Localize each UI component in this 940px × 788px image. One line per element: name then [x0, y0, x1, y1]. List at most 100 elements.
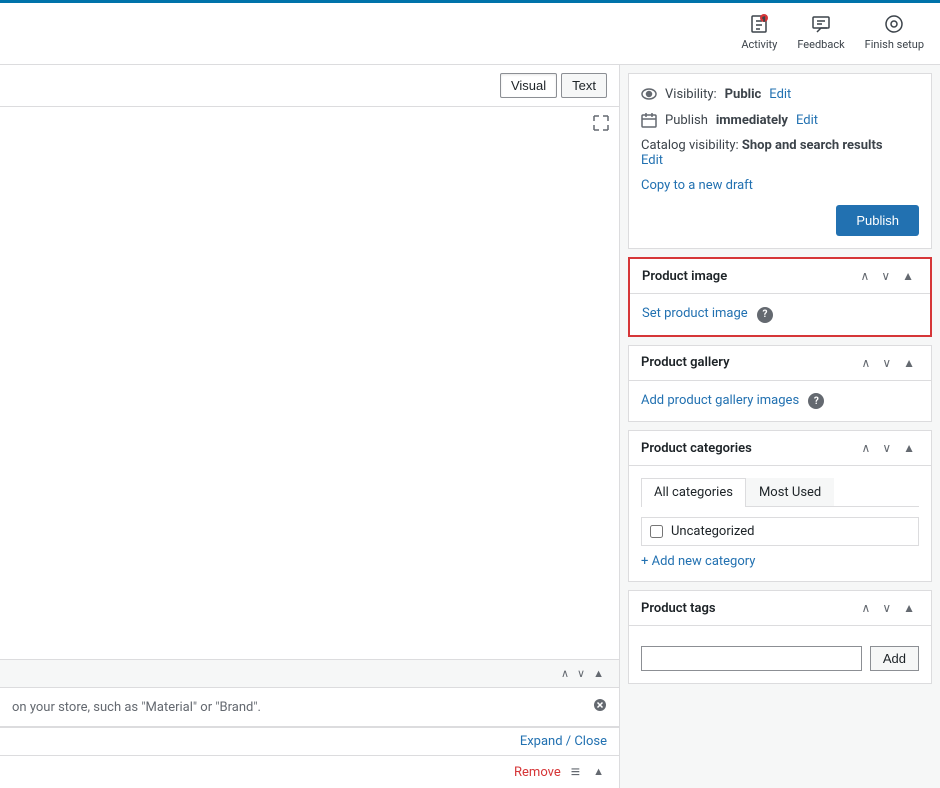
- expand-arrows-icon: [593, 115, 609, 131]
- text-button[interactable]: Text: [561, 73, 607, 98]
- tags-collapse-btn[interactable]: ▲: [899, 599, 919, 617]
- section-content-bar: on your store, such as "Material" or "Br…: [0, 688, 619, 727]
- editor-area: Visual Text ∧ ∨ ▲ on your: [0, 65, 620, 788]
- uncategorized-checkbox[interactable]: [650, 525, 663, 538]
- product-image-down-btn[interactable]: ∨: [877, 267, 894, 285]
- product-gallery-collapse-btn[interactable]: ▲: [899, 354, 919, 372]
- x-icon: [593, 698, 607, 712]
- eye-icon: [641, 86, 657, 102]
- publish-button[interactable]: Publish: [836, 205, 919, 236]
- section-close-btn[interactable]: [593, 698, 607, 716]
- catalog-visibility-row: Catalog visibility: Shop and search resu…: [641, 138, 919, 168]
- section-placeholder-text: on your store, such as "Material" or "Br…: [12, 700, 261, 715]
- product-gallery-metabox: Product gallery ∧ ∨ ▲ Add product galler…: [628, 345, 932, 423]
- finish-setup-icon: [884, 14, 904, 34]
- finish-setup-label: Finish setup: [865, 38, 924, 51]
- activity-button[interactable]: 1 Activity: [741, 14, 777, 51]
- product-tags-controls: ∧ ∨ ▲: [858, 599, 919, 617]
- header: 1 Activity Feedback Finish setup: [0, 0, 940, 65]
- activity-icon: 1: [749, 14, 769, 34]
- publish-box: Visibility: Public Edit Publish immediat…: [628, 73, 932, 249]
- product-categories-controls: ∧ ∨ ▲: [858, 439, 919, 457]
- categories-tab-bar: All categories Most Used: [641, 478, 919, 507]
- product-gallery-title: Product gallery: [641, 355, 730, 370]
- section-bar-top: ∧ ∨ ▲: [0, 659, 619, 688]
- section-collapse-btn[interactable]: ▲: [590, 667, 607, 681]
- svg-text:1: 1: [763, 17, 766, 23]
- activity-label: Activity: [741, 38, 777, 51]
- product-categories-metabox: Product categories ∧ ∨ ▲ All categories …: [628, 430, 932, 582]
- tab-most-used[interactable]: Most Used: [746, 478, 834, 506]
- publish-label: Publish: [665, 113, 708, 128]
- info-circle-icon: ?: [757, 307, 773, 323]
- product-image-info-icon[interactable]: ?: [757, 306, 773, 321]
- visual-button[interactable]: Visual: [500, 73, 557, 98]
- catalog-edit-link[interactable]: Edit: [641, 153, 663, 168]
- product-categories-body: All categories Most Used Uncategorized +…: [629, 466, 931, 581]
- product-tags-title: Product tags: [641, 601, 716, 616]
- visibility-row: Visibility: Public Edit: [641, 86, 919, 102]
- copy-draft-row: Copy to a new draft: [641, 178, 919, 193]
- product-tags-body: Add: [629, 626, 931, 683]
- catalog-label: Catalog visibility:: [641, 138, 739, 153]
- tags-input[interactable]: [641, 646, 862, 671]
- product-tags-header: Product tags ∧ ∨ ▲: [629, 591, 931, 626]
- editor-content: [0, 107, 619, 407]
- product-image-collapse-btn[interactable]: ▲: [898, 267, 918, 285]
- categories-collapse-btn[interactable]: ▲: [899, 439, 919, 457]
- feedback-icon: [811, 14, 831, 34]
- product-gallery-body: Add product gallery images ?: [629, 381, 931, 422]
- set-product-image-link[interactable]: Set product image: [642, 306, 748, 321]
- calendar-icon: [641, 112, 657, 128]
- add-tag-button[interactable]: Add: [870, 646, 919, 671]
- tags-down-btn[interactable]: ∨: [878, 599, 895, 617]
- remove-row: Expand / Close: [0, 727, 619, 755]
- product-gallery-down-btn[interactable]: ∨: [878, 354, 895, 372]
- section-down-btn[interactable]: ∨: [574, 666, 588, 681]
- product-image-header: Product image ∧ ∨ ▲: [630, 259, 930, 294]
- add-category-link[interactable]: + Add new category: [641, 554, 755, 569]
- product-gallery-header: Product gallery ∧ ∨ ▲: [629, 346, 931, 381]
- product-categories-title: Product categories: [641, 441, 752, 456]
- section-arrow-controls: ∧ ∨ ▲: [558, 666, 607, 681]
- drag-handle-icon: ≡: [571, 762, 580, 782]
- tab-all-categories[interactable]: All categories: [641, 478, 746, 507]
- tags-up-btn[interactable]: ∧: [858, 599, 875, 617]
- publish-edit-link[interactable]: Edit: [796, 113, 818, 128]
- gallery-info-circle-icon: ?: [808, 393, 824, 409]
- categories-down-btn[interactable]: ∨: [878, 439, 895, 457]
- expand-icon[interactable]: [593, 115, 609, 135]
- visibility-value: Public: [725, 87, 762, 102]
- add-gallery-images-link[interactable]: Add product gallery images: [641, 393, 799, 408]
- product-image-up-btn[interactable]: ∧: [857, 267, 874, 285]
- finish-setup-button[interactable]: Finish setup: [865, 14, 924, 51]
- main-layout: Visual Text ∧ ∨ ▲ on your: [0, 65, 940, 788]
- publish-btn-row: Publish: [641, 205, 919, 236]
- bottom-sections: ∧ ∨ ▲ on your store, such as "Material" …: [0, 659, 619, 788]
- feedback-button[interactable]: Feedback: [797, 14, 844, 51]
- product-gallery-up-btn[interactable]: ∧: [858, 354, 875, 372]
- product-gallery-controls: ∧ ∨ ▲: [858, 354, 919, 372]
- product-categories-header: Product categories ∧ ∨ ▲: [629, 431, 931, 466]
- header-actions: 1 Activity Feedback Finish setup: [741, 14, 924, 51]
- uncategorized-label: Uncategorized: [671, 524, 754, 539]
- product-image-controls: ∧ ∨ ▲: [857, 267, 918, 285]
- editor-toolbar: Visual Text: [0, 65, 619, 107]
- product-image-title: Product image: [642, 269, 727, 284]
- feedback-label: Feedback: [797, 38, 844, 51]
- publish-timing: immediately: [716, 113, 788, 128]
- product-image-body: Set product image ?: [630, 294, 930, 335]
- categories-up-btn[interactable]: ∧: [858, 439, 875, 457]
- visibility-label: Visibility:: [665, 87, 717, 102]
- uncategorized-row: Uncategorized: [641, 517, 919, 546]
- product-gallery-info-icon[interactable]: ?: [808, 393, 824, 408]
- row-up-btn[interactable]: ▲: [590, 765, 607, 779]
- publish-timing-row: Publish immediately Edit: [641, 112, 919, 128]
- remove-link[interactable]: Remove: [514, 765, 561, 780]
- section-up-btn[interactable]: ∧: [558, 666, 572, 681]
- expand-close-link[interactable]: Expand / Close: [520, 734, 607, 749]
- sidebar: Visibility: Public Edit Publish immediat…: [620, 65, 940, 788]
- product-image-metabox: Product image ∧ ∨ ▲ Set product image ?: [628, 257, 932, 337]
- copy-draft-link[interactable]: Copy to a new draft: [641, 178, 753, 193]
- visibility-edit-link[interactable]: Edit: [769, 87, 791, 102]
